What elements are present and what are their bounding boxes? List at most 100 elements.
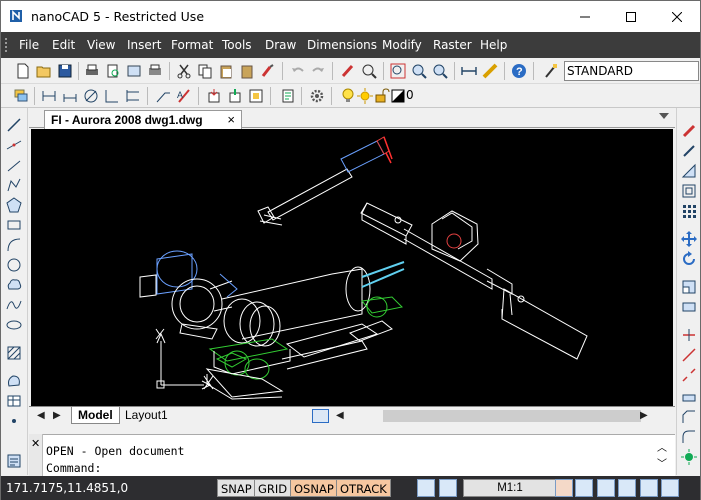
- text-style-combo[interactable]: STANDARD: [564, 61, 699, 81]
- zoom-status-icon[interactable]: [575, 479, 593, 497]
- multiline-text-tool[interactable]: [5, 452, 23, 470]
- menu-view[interactable]: View: [87, 38, 115, 52]
- zoom-window-button[interactable]: [388, 61, 408, 81]
- print-preview-button[interactable]: [103, 61, 123, 81]
- annotation-scale[interactable]: M1:1: [463, 479, 557, 497]
- command-window-grip[interactable]: ✕: [29, 434, 43, 476]
- mirror-tool[interactable]: [680, 162, 698, 180]
- match-properties-button[interactable]: [258, 61, 278, 81]
- distance-button[interactable]: [459, 61, 479, 81]
- close-document-icon[interactable]: ×: [227, 112, 235, 127]
- save-button[interactable]: [55, 61, 75, 81]
- menu-tools[interactable]: Tools: [222, 38, 252, 52]
- line-tool[interactable]: [5, 116, 23, 134]
- document-tab[interactable]: FI - Aurora 2008 dwg1.dwg ×: [44, 110, 242, 129]
- cut-button[interactable]: [174, 61, 194, 81]
- polyline-tool[interactable]: [5, 176, 23, 194]
- copy-button[interactable]: [195, 61, 215, 81]
- orbit-status-icon[interactable]: [661, 479, 679, 497]
- menu-raster[interactable]: Raster: [433, 38, 472, 52]
- pan-status-icon[interactable]: [555, 479, 573, 497]
- tab-nav-left-icon[interactable]: ◀: [37, 410, 45, 421]
- paste-button[interactable]: [216, 61, 236, 81]
- osnap-toggle[interactable]: OSNAP: [290, 479, 338, 497]
- help-button[interactable]: ?: [509, 61, 529, 81]
- hatch-tool[interactable]: [5, 344, 23, 362]
- erase-tool[interactable]: [680, 122, 698, 140]
- point-tool[interactable]: [5, 412, 23, 430]
- construction-line-tool[interactable]: [5, 136, 23, 154]
- table-tool[interactable]: [5, 392, 23, 410]
- current-layer-name[interactable]: 0: [406, 88, 414, 102]
- snap-toggle[interactable]: SNAP: [217, 479, 256, 497]
- horizontal-scrollbar-thumb[interactable]: [383, 410, 641, 422]
- array-tool[interactable]: [680, 202, 698, 220]
- insert-block-button[interactable]: [204, 86, 224, 106]
- cloud-tool[interactable]: [5, 276, 23, 294]
- title-bar[interactable]: nanoCAD 5 - Restricted Use: [1, 1, 700, 32]
- pan-button[interactable]: [338, 61, 358, 81]
- layers-manager-button[interactable]: [11, 86, 31, 106]
- offset-tool[interactable]: [680, 182, 698, 200]
- zoom-extents-status-icon[interactable]: [618, 479, 636, 497]
- menu-file[interactable]: File: [19, 38, 39, 52]
- stretch-tool[interactable]: [680, 298, 698, 316]
- settings-button[interactable]: [307, 86, 327, 106]
- ordinate-dimension-button[interactable]: [102, 86, 122, 106]
- menu-insert[interactable]: Insert: [127, 38, 161, 52]
- tab-nav-right-icon[interactable]: ▶: [53, 410, 61, 421]
- join-tool[interactable]: [680, 388, 698, 406]
- command-scroll-up-icon[interactable]: ︿: [657, 439, 667, 454]
- menu-edit[interactable]: Edit: [52, 38, 75, 52]
- tab-list-dropdown-icon[interactable]: [659, 113, 669, 119]
- tolerance-button[interactable]: A: [174, 86, 194, 106]
- leader-button[interactable]: [153, 86, 173, 106]
- aligned-dimension-button[interactable]: [60, 86, 80, 106]
- otrack-toggle[interactable]: OTRACK: [336, 479, 391, 497]
- baseline-dimension-button[interactable]: [123, 86, 143, 106]
- close-command-window-icon[interactable]: ✕: [31, 437, 40, 450]
- copy-object-tool[interactable]: [680, 142, 698, 160]
- undo-button[interactable]: [288, 61, 308, 81]
- angular-dimension-button[interactable]: [81, 86, 101, 106]
- rotate-tool[interactable]: [680, 250, 698, 268]
- menu-dimensions[interactable]: Dimensions: [307, 38, 377, 52]
- maximize-button[interactable]: [608, 1, 654, 32]
- region-tool[interactable]: [5, 372, 23, 390]
- hscroll-right-icon[interactable]: ▶: [640, 410, 648, 421]
- hscroll-left-icon[interactable]: ◀: [336, 410, 344, 421]
- menu-draw[interactable]: Draw: [265, 38, 296, 52]
- command-scroll-down-icon[interactable]: ﹀: [657, 455, 667, 470]
- zoom-window-status-icon[interactable]: [597, 479, 615, 497]
- block-editor-button[interactable]: [246, 86, 266, 106]
- tab-layout1[interactable]: Layout1: [119, 407, 174, 424]
- menu-format[interactable]: Format: [171, 38, 213, 52]
- paste-special-button[interactable]: [237, 61, 257, 81]
- zoom-realtime-button[interactable]: [359, 61, 379, 81]
- extend-tool[interactable]: [680, 346, 698, 364]
- spline-tool[interactable]: [5, 296, 23, 314]
- properties-button[interactable]: [278, 86, 298, 106]
- polygon-tool[interactable]: [5, 196, 23, 214]
- ray-tool[interactable]: [5, 156, 23, 174]
- minimize-button[interactable]: [562, 1, 608, 32]
- make-block-button[interactable]: [225, 86, 245, 106]
- scale-tool[interactable]: [680, 278, 698, 296]
- rectangle-tool[interactable]: [5, 216, 23, 234]
- zoom-previous-button[interactable]: [409, 61, 429, 81]
- ellipse-tool[interactable]: [5, 316, 23, 334]
- paper-viewport-icon[interactable]: [439, 479, 457, 497]
- zoom-extents-button[interactable]: [430, 61, 450, 81]
- menu-help[interactable]: Help: [480, 38, 507, 52]
- print-button[interactable]: [82, 61, 102, 81]
- text-style-button[interactable]: [541, 61, 561, 81]
- tab-model[interactable]: Model: [71, 407, 120, 424]
- drawing-canvas[interactable]: [31, 129, 673, 406]
- break-tool[interactable]: [680, 366, 698, 384]
- chamfer-tool[interactable]: [680, 408, 698, 426]
- new-file-button[interactable]: [13, 61, 33, 81]
- grid-toggle[interactable]: GRID: [254, 479, 292, 497]
- close-window-button[interactable]: [654, 1, 700, 32]
- fillet-tool[interactable]: [680, 428, 698, 446]
- model-space-toggle-icon[interactable]: [312, 409, 329, 423]
